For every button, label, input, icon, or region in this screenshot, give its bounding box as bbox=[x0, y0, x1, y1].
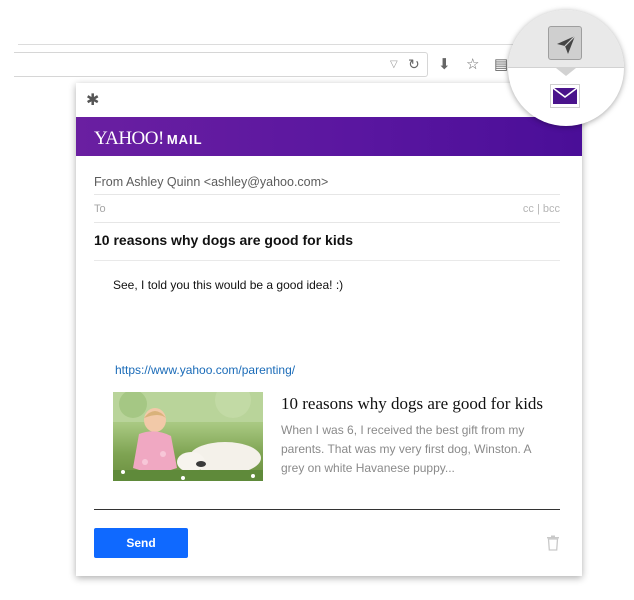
article-card-description: When I was 6, I received the best gift f… bbox=[281, 423, 531, 475]
message-body[interactable]: See, I told you this would be a good ide… bbox=[113, 278, 343, 292]
download-icon[interactable]: ⬇ bbox=[438, 55, 451, 73]
brand-yahoo: YAHOO! bbox=[94, 128, 164, 149]
star-icon[interactable]: ☆ bbox=[466, 55, 479, 73]
extension-magnifier bbox=[508, 10, 624, 126]
popup-pointer bbox=[556, 68, 576, 76]
from-field: From Ashley Quinn <ashley@yahoo.com> bbox=[94, 169, 560, 195]
shared-link[interactable]: https://www.yahoo.com/parenting/ bbox=[115, 363, 295, 377]
dropdown-caret-icon[interactable]: ▽ bbox=[390, 59, 398, 70]
address-bar[interactable]: ▽ ↻ bbox=[14, 52, 428, 77]
gear-icon[interactable]: ✱ bbox=[86, 90, 99, 110]
subject-field[interactable]: 10 reasons why dogs are good for kids bbox=[94, 226, 560, 261]
reading-list-icon[interactable]: ▤ bbox=[494, 55, 508, 73]
compose-popup: ✱ YAHOO! MAIL From Ashley Quinn <ashley@y… bbox=[76, 83, 582, 576]
compose-divider bbox=[94, 509, 560, 510]
article-thumbnail[interactable] bbox=[113, 392, 263, 481]
yahoo-mail-logo: YAHOO! MAIL bbox=[94, 128, 203, 150]
browser-toolbar-edge bbox=[18, 44, 538, 45]
send-extension-button[interactable] bbox=[548, 26, 582, 60]
to-field[interactable]: To cc | bcc bbox=[94, 195, 560, 223]
trash-icon[interactable] bbox=[546, 535, 560, 556]
send-button[interactable]: Send bbox=[94, 528, 188, 558]
popup-topbar: ✱ bbox=[76, 83, 582, 117]
brand-mail: MAIL bbox=[166, 132, 203, 147]
yahoo-mail-header: YAHOO! MAIL bbox=[76, 117, 582, 156]
article-card-title[interactable]: 10 reasons why dogs are good for kids bbox=[281, 394, 543, 414]
envelope-icon[interactable] bbox=[550, 84, 580, 108]
paper-plane-icon bbox=[557, 35, 576, 54]
to-label: To bbox=[94, 203, 106, 215]
baby-and-dog-image bbox=[113, 392, 263, 481]
reload-icon[interactable]: ↻ bbox=[408, 56, 420, 73]
subject-text: 10 reasons why dogs are good for kids bbox=[94, 232, 354, 248]
cc-bcc-toggle[interactable]: cc | bcc bbox=[523, 203, 560, 215]
from-label: From Ashley Quinn <ashley@yahoo.com> bbox=[94, 175, 329, 189]
